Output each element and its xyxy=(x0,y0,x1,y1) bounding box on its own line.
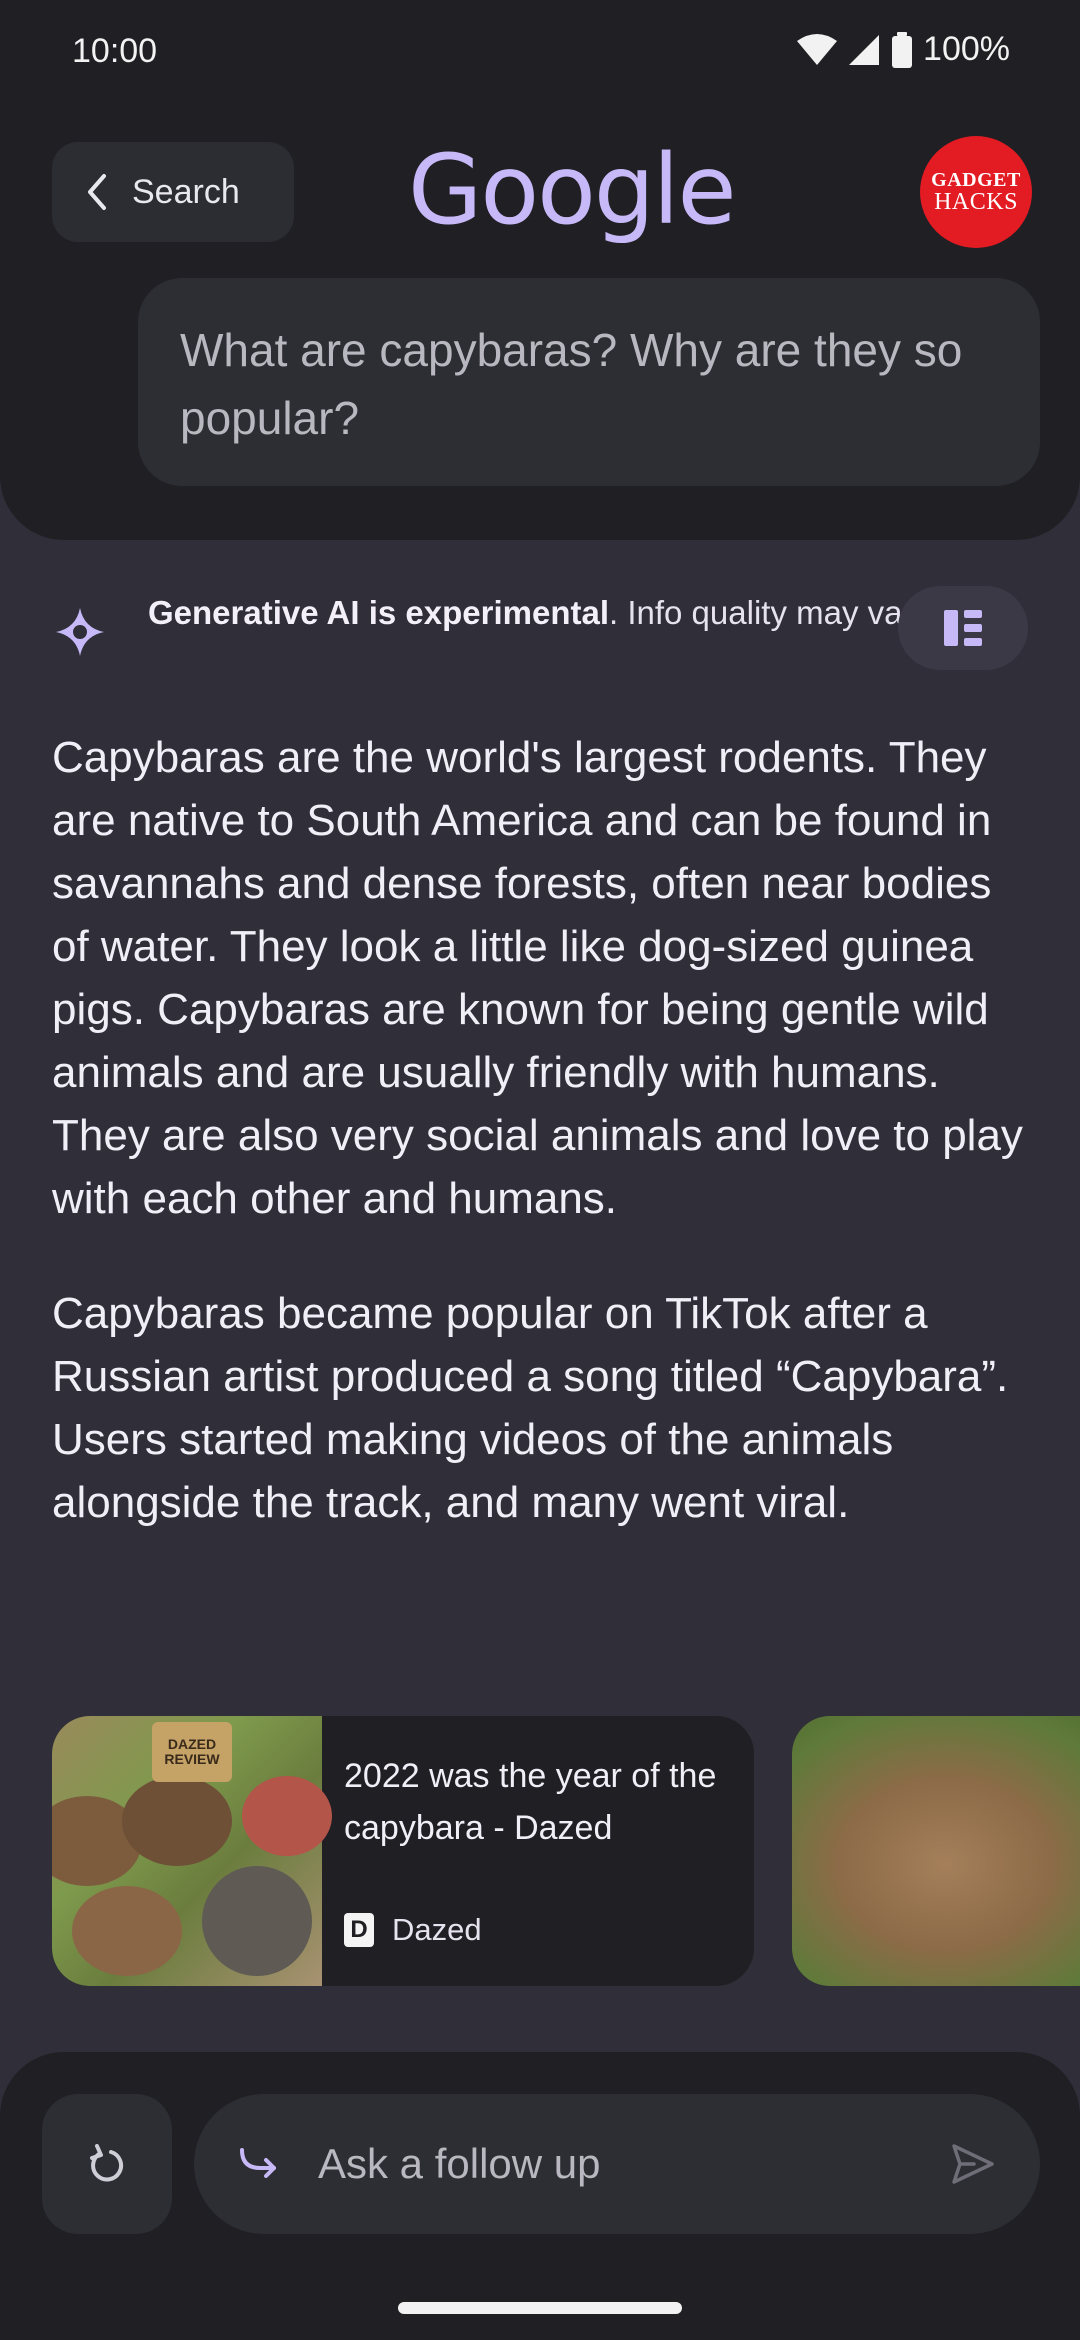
home-indicator[interactable] xyxy=(398,2302,682,2314)
follow-up-field[interactable] xyxy=(194,2094,1040,2234)
back-to-search-button[interactable]: Search xyxy=(52,142,294,242)
follow-up-arrow-icon xyxy=(240,2148,276,2178)
dazed-favicon: D xyxy=(344,1913,374,1947)
status-bar: 10:00 100% xyxy=(0,0,1080,110)
sources-button[interactable] xyxy=(898,586,1028,670)
header: 10:00 100% Search Google GADGET HACKS Wh… xyxy=(0,0,1080,540)
query-bubble: What are capybaras? Why are they so popu… xyxy=(138,278,1040,486)
answer-paragraph-1: Capybaras are the world's largest rodent… xyxy=(52,733,1023,1223)
status-icons: 100% xyxy=(797,30,1010,69)
status-time: 10:00 xyxy=(72,32,158,70)
follow-up-bar xyxy=(0,2052,1080,2340)
avatar-line-1: GADGET xyxy=(931,169,1021,191)
source-cards: DAZED REVIEW 2022 was the year of the ca… xyxy=(52,1716,1080,1988)
card-source: D Dazed xyxy=(344,1912,482,1948)
source-card-2-image[interactable] xyxy=(792,1716,1080,1986)
avatar-line-2: HACKS xyxy=(934,189,1018,215)
refresh-button[interactable] xyxy=(42,2094,172,2234)
card-title: 2022 was the year of the capybara - Daze… xyxy=(344,1757,717,1847)
battery-level: 100% xyxy=(923,30,1010,68)
wifi-icon xyxy=(797,33,838,65)
battery-icon xyxy=(892,31,913,68)
sources-list-icon xyxy=(944,610,982,646)
disclaimer-text: Generative AI is experimental. Info qual… xyxy=(148,592,948,634)
disclaimer-rest: . Info quality may vary. xyxy=(609,594,937,631)
refresh-icon xyxy=(90,2144,124,2182)
google-logo: Google xyxy=(408,134,737,246)
answer-paragraph-2: Capybaras became popular on TikTok after… xyxy=(52,1289,1009,1527)
source-card[interactable]: DAZED REVIEW 2022 was the year of the ca… xyxy=(52,1716,754,1986)
send-icon[interactable] xyxy=(948,2140,996,2188)
ai-disclaimer: Generative AI is experimental. Info qual… xyxy=(52,586,1028,676)
avatar[interactable]: GADGET HACKS xyxy=(920,136,1032,248)
ai-answer: Capybaras are the world's largest rodent… xyxy=(52,726,1032,1586)
spark-icon xyxy=(56,608,104,656)
back-label: Search xyxy=(132,172,240,211)
follow-up-input[interactable] xyxy=(318,2134,918,2194)
thumb-banner: DAZED REVIEW xyxy=(152,1722,232,1782)
card-source-name: Dazed xyxy=(392,1912,482,1947)
chevron-left-icon xyxy=(88,174,106,210)
card-thumbnail: DAZED REVIEW xyxy=(52,1716,332,1986)
disclaimer-bold: Generative AI is experimental xyxy=(148,594,609,631)
signal-icon xyxy=(849,34,880,65)
